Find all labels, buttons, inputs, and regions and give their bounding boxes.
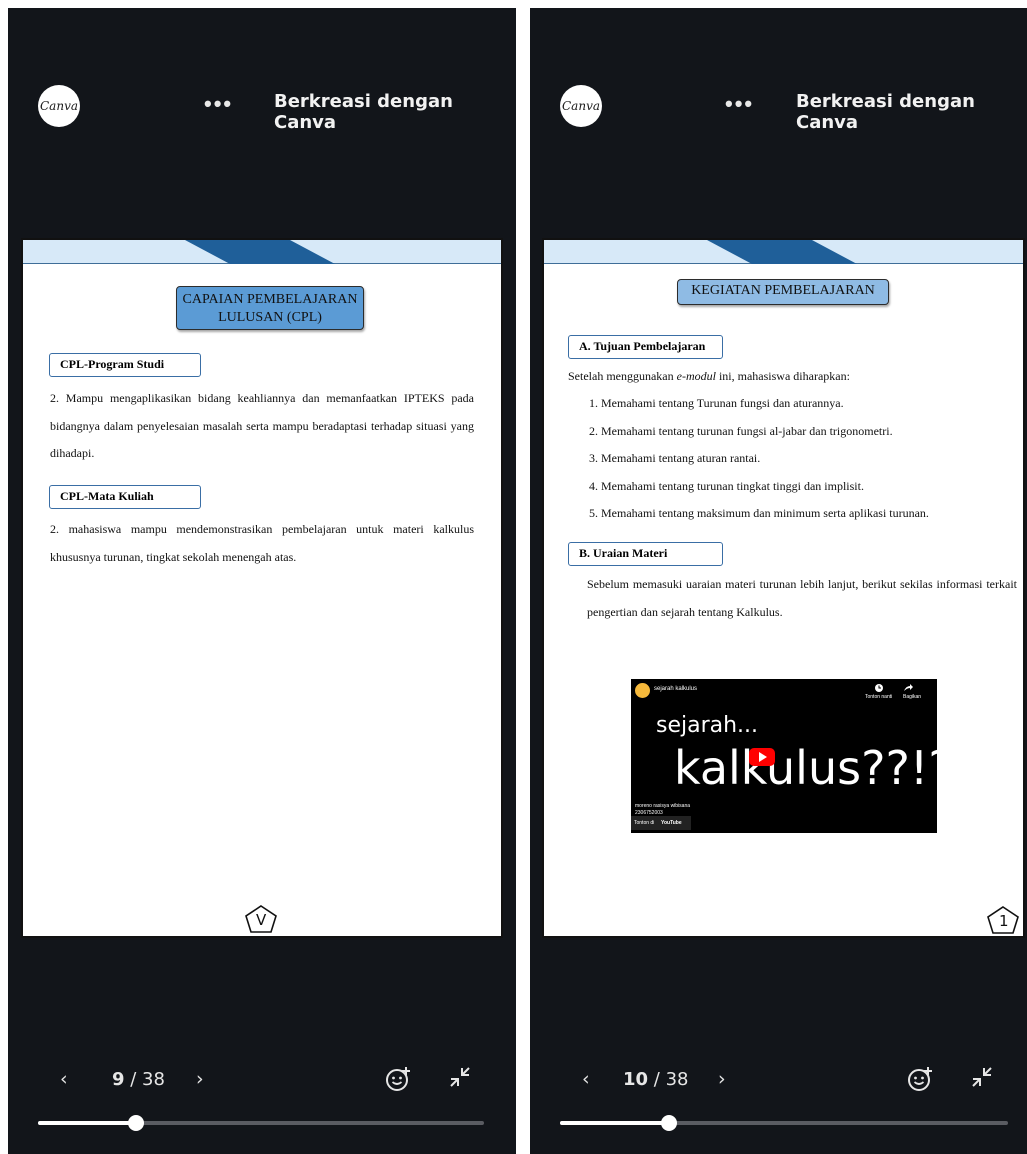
current-page: 10	[623, 1069, 649, 1090]
current-page: 9	[112, 1069, 125, 1090]
header-band-accent	[707, 240, 857, 264]
progress-slider[interactable]	[560, 1115, 1008, 1131]
total-pages: 38	[142, 1069, 165, 1090]
page-number: V	[256, 911, 267, 929]
page-counter: 10 / 38	[623, 1069, 688, 1090]
page-separator: /	[648, 1069, 666, 1090]
section-label-program-studi: CPL-Program Studi	[49, 353, 201, 377]
list-item: 2. Memahami tentang turunan fungsi al-ja…	[589, 423, 893, 438]
intro-italic: e-modul	[676, 369, 716, 383]
viewer-header: Canva ••• Berkreasi dengan Canva	[530, 8, 1027, 226]
page-title-line2: LULUSAN (CPL)	[218, 310, 322, 325]
add-reaction-icon[interactable]	[907, 1066, 933, 1092]
section-text-uraian: Sebelum memasuki uaraian materi turunan …	[587, 577, 1017, 619]
section-label-tujuan: A. Tujuan Pembelajaran	[568, 335, 723, 359]
total-pages: 38	[665, 1069, 689, 1090]
page-title-box: KEGIATAN PEMBELAJARAN	[677, 279, 889, 305]
progress-knob[interactable]	[661, 1115, 677, 1131]
share-label[interactable]: Bagikan	[903, 694, 921, 700]
video-caption-line1: sejarah...	[656, 713, 759, 738]
exit-fullscreen-icon[interactable]	[449, 1066, 471, 1088]
page-separator: /	[124, 1069, 143, 1090]
create-with-canva-link[interactable]: Berkreasi dengan Canva	[796, 91, 1027, 133]
video-caption-line2: kalkulus??!?	[674, 741, 937, 795]
document-page: KEGIATAN PEMBELAJARAN A. Tujuan Pembelaj…	[542, 238, 1025, 938]
clock-icon[interactable]	[874, 683, 884, 693]
intro-prefix: Setelah menggunakan	[568, 369, 677, 383]
more-options-button[interactable]: •••	[204, 93, 233, 115]
page-counter: 9 / 38	[112, 1069, 165, 1090]
play-button[interactable]	[749, 748, 775, 766]
exit-fullscreen-icon[interactable]	[971, 1066, 993, 1088]
document-page: CAPAIAN PEMBELAJARAN LULUSAN (CPL) CPL-P…	[21, 238, 503, 938]
create-with-canva-link[interactable]: Berkreasi dengan Canva	[274, 91, 516, 133]
section-text-mata-kuliah: 2. mahasiswa mampu mendemonstrasikan pem…	[50, 522, 474, 564]
viewer-header: Canva ••• Berkreasi dengan Canva	[8, 8, 516, 226]
youtube-logo-text: YouTube	[661, 820, 682, 826]
video-title[interactable]: sejarah kalkulus	[654, 686, 697, 692]
next-page-button[interactable]: ›	[196, 1068, 204, 1090]
list-item: 5. Memahami tentang maksimum dan minimum…	[589, 506, 929, 520]
list-item: 4. Memahami tentang turunan tingkat ting…	[589, 478, 864, 493]
intro-suffix: ini, mahasiswa diharapkan:	[715, 369, 850, 383]
viewer-panel-left: Canva ••• Berkreasi dengan Canva CAPAIAN…	[8, 8, 516, 1154]
next-page-button[interactable]: ›	[718, 1068, 726, 1090]
watch-on-label: Tonton di	[634, 820, 655, 826]
section-label-mata-kuliah: CPL-Mata Kuliah	[49, 485, 201, 509]
header-band-accent	[185, 240, 335, 264]
progress-fill	[560, 1121, 668, 1125]
page-title-box: CAPAIAN PEMBELAJARAN LULUSAN (CPL)	[176, 286, 364, 330]
add-reaction-icon[interactable]	[385, 1066, 411, 1092]
prev-page-button[interactable]: ‹	[60, 1068, 68, 1090]
list-item: 3. Memahami tentang aturan rantai.	[589, 451, 761, 465]
more-options-button[interactable]: •••	[725, 93, 754, 115]
watch-on-youtube-button[interactable]: Tonton di YouTube	[631, 816, 691, 830]
youtube-video-embed[interactable]: sejarah kalkulus Tonton nanti Bagikan se…	[631, 679, 937, 833]
prev-page-button[interactable]: ‹	[582, 1068, 590, 1090]
section-label-uraian: B. Uraian Materi	[568, 542, 723, 566]
intro-text: Setelah menggunakan e-modul ini, mahasis…	[568, 363, 1008, 391]
progress-knob[interactable]	[128, 1115, 144, 1131]
share-icon[interactable]	[903, 683, 913, 693]
video-author: moreno rasisya wibisana	[635, 803, 691, 809]
viewer-panel-right: Canva ••• Berkreasi dengan Canva KEGIATA…	[530, 8, 1027, 1154]
objectives-list: 1. Memahami tentang Turunan fungsi dan a…	[589, 390, 1009, 528]
progress-fill	[38, 1121, 135, 1125]
section-text-program-studi: 2. Mampu mengaplikasikan bidang keahlian…	[50, 391, 474, 460]
canva-logo[interactable]: Canva	[560, 85, 602, 127]
progress-slider[interactable]	[38, 1115, 484, 1131]
list-item: 1. Memahami tentang Turunan fungsi dan a…	[589, 396, 844, 410]
watch-later-label[interactable]: Tonton nanti	[865, 694, 892, 700]
page-number: 1	[999, 912, 1009, 930]
channel-avatar[interactable]	[635, 683, 650, 698]
page-title-line1: CAPAIAN PEMBELAJARAN	[182, 292, 358, 307]
canva-logo[interactable]: Canva	[38, 85, 80, 127]
